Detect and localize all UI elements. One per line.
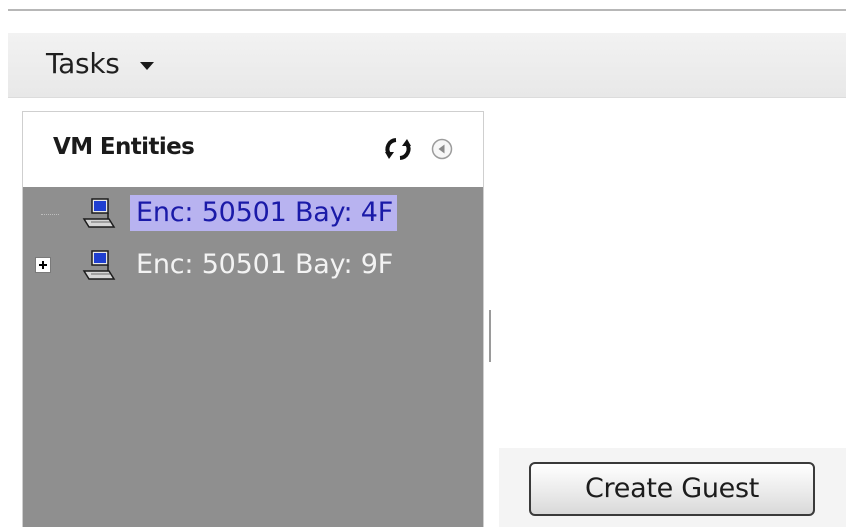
panel-splitter[interactable] xyxy=(489,310,491,362)
create-guest-button[interactable]: Create Guest xyxy=(529,462,815,516)
virtual-machine-icon xyxy=(82,198,116,228)
vm-entities-panel: VM Entities Enc: 50501 Bay: 4F Enc: 5050… xyxy=(22,111,484,527)
tasks-menu-button[interactable]: Tasks xyxy=(46,47,154,80)
app-window: Tasks VM Entities Enc: 50501 Bay: 4F Enc… xyxy=(0,0,846,527)
panel-title: VM Entities xyxy=(53,134,195,160)
panel-header: VM Entities xyxy=(23,112,483,187)
tree-row[interactable]: Enc: 50501 Bay: 4F xyxy=(23,187,483,239)
tree-row[interactable]: Enc: 50501 Bay: 9F xyxy=(23,239,483,291)
tree-connector xyxy=(41,214,59,215)
tree-item-label[interactable]: Enc: 50501 Bay: 4F xyxy=(130,195,398,231)
tasks-toolbar: Tasks xyxy=(8,33,846,98)
tasks-label: Tasks xyxy=(46,47,120,80)
refresh-icon[interactable] xyxy=(383,134,413,164)
collapse-left-icon[interactable] xyxy=(431,138,453,160)
caret-down-icon xyxy=(139,61,154,70)
virtual-machine-icon xyxy=(82,250,116,280)
top-divider xyxy=(8,9,846,11)
expand-plus-icon[interactable] xyxy=(35,257,51,273)
tree-item-label[interactable]: Enc: 50501 Bay: 9F xyxy=(130,247,397,283)
vm-tree: Enc: 50501 Bay: 4F Enc: 50501 Bay: 9F xyxy=(23,187,483,291)
